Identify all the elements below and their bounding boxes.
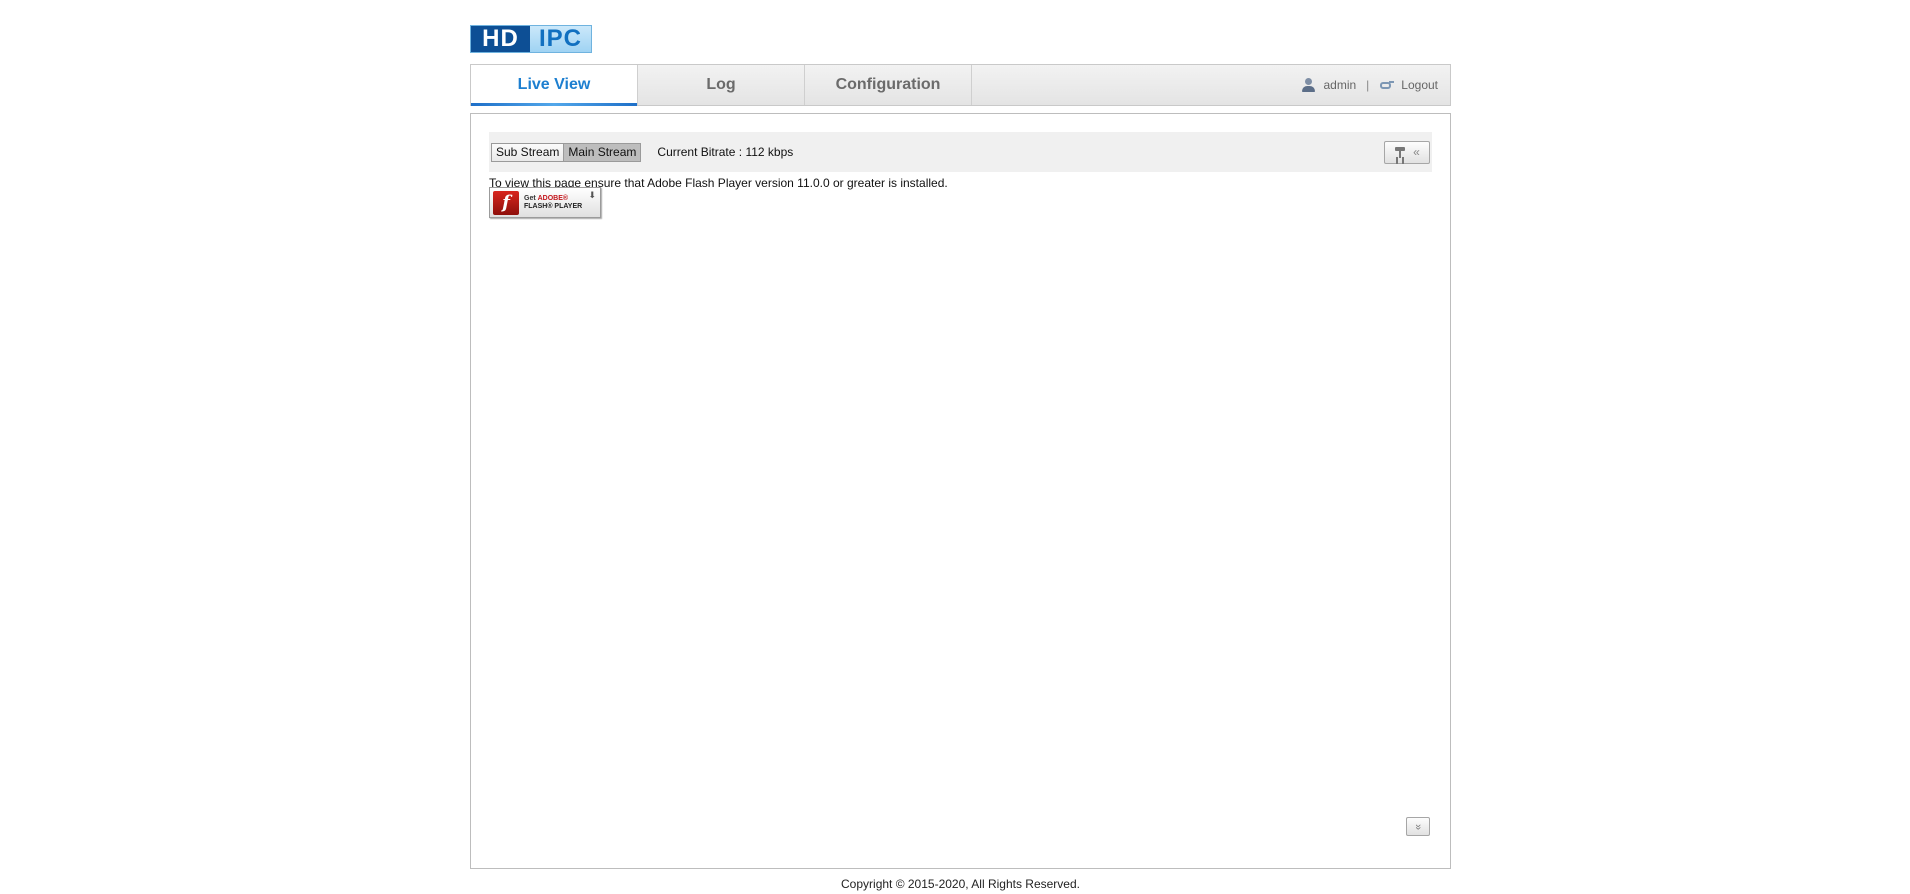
flash-badge-get: Get [524, 194, 538, 202]
double-chevron-down-icon: » [1412, 823, 1424, 830]
flash-logo-icon: f [493, 190, 519, 215]
copyright-footer: Copyright © 2015-2020, All Rights Reserv… [841, 877, 1080, 891]
user-area: admin | Logout [1301, 65, 1450, 105]
hd-ipc-logo: HD IPC [470, 25, 592, 53]
logo-hd-text: HD [471, 25, 530, 52]
collapse-toggle-button[interactable]: » [1406, 817, 1430, 836]
ptz-panel-toggle-button[interactable]: « [1384, 140, 1430, 164]
live-view-panel: Sub Stream Main Stream Current Bitrate :… [470, 113, 1451, 869]
user-icon [1301, 77, 1317, 93]
logout-link[interactable]: Logout [1401, 78, 1438, 92]
top-nav-bar: Live View Log Configuration admin | Logo… [470, 64, 1451, 106]
tab-live-view[interactable]: Live View [471, 65, 638, 106]
download-arrow-icon: ⬇ [588, 190, 596, 200]
get-flash-player-button[interactable]: f Get ADOBE® FLASH® PLAYER ⬇ [489, 187, 601, 218]
nav-separator: | [1366, 78, 1370, 92]
stream-selector: Sub Stream Main Stream [491, 142, 642, 162]
stream-toolbar: Sub Stream Main Stream Current Bitrate :… [489, 132, 1432, 172]
page: HD IPC Live View Log Configuration admin… [0, 0, 1910, 894]
flash-badge-text: Get ADOBE® FLASH® PLAYER [524, 195, 582, 211]
main-stream-button[interactable]: Main Stream [563, 143, 641, 161]
username-link[interactable]: admin [1323, 78, 1356, 92]
flash-badge-product: FLASH® PLAYER [524, 202, 583, 210]
ptz-camera-icon [1394, 146, 1409, 159]
tab-log[interactable]: Log [638, 65, 805, 105]
current-bitrate-label: Current Bitrate : 112 kbps [657, 145, 794, 159]
logo-ipc-text: IPC [530, 25, 591, 52]
tab-configuration[interactable]: Configuration [805, 65, 972, 105]
double-chevron-left-icon: « [1413, 145, 1420, 159]
logout-icon[interactable] [1379, 77, 1395, 93]
sub-stream-button[interactable]: Sub Stream [492, 143, 564, 161]
flash-badge-brand: ADOBE® [537, 194, 569, 202]
